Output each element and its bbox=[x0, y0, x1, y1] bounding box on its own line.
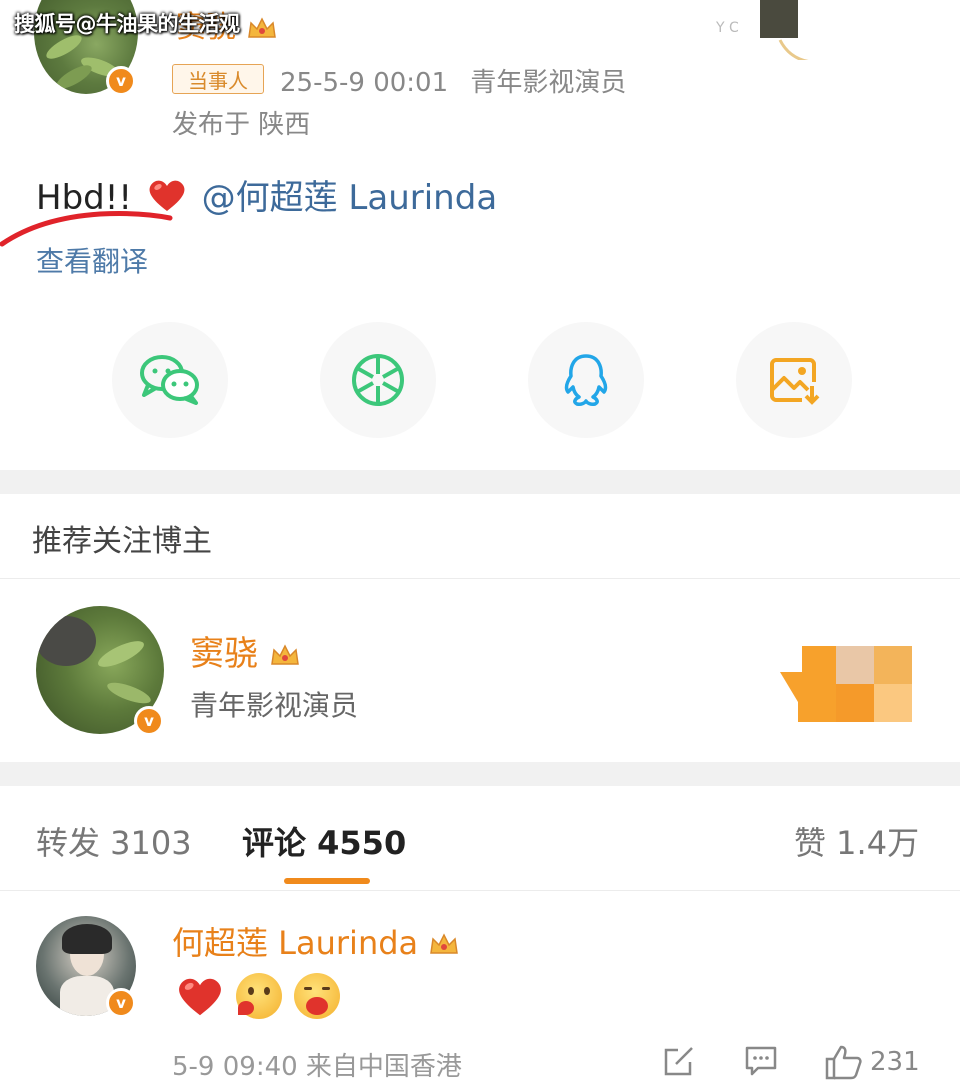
view-translation-link[interactable]: 查看翻译 bbox=[36, 240, 148, 280]
divider-line bbox=[0, 890, 960, 891]
crown-icon bbox=[247, 16, 276, 38]
save-image-button[interactable] bbox=[736, 322, 852, 438]
svg-text:Y C: Y C bbox=[715, 20, 739, 36]
recommended-name[interactable]: 窦骁 bbox=[190, 626, 301, 675]
shy-face-emoji-icon bbox=[236, 973, 282, 1019]
post-timestamp: 25-5-9 00:01 bbox=[280, 68, 449, 98]
share-wechat-button[interactable] bbox=[112, 322, 228, 438]
author-title: 青年影视演员 bbox=[470, 68, 627, 98]
author-role-badge: 当事人 bbox=[172, 64, 264, 94]
verified-badge-icon: v bbox=[106, 988, 136, 1018]
verified-badge-icon: v bbox=[106, 66, 136, 96]
recommend-section-title: 推荐关注博主 bbox=[32, 524, 212, 559]
like-button[interactable]: 231 bbox=[824, 1044, 920, 1080]
qq-icon bbox=[564, 354, 608, 406]
tab-comment[interactable]: 评论 4550 bbox=[242, 818, 406, 864]
divider-line bbox=[0, 578, 960, 579]
commenter-name[interactable]: 何超莲 Laurinda bbox=[172, 918, 460, 964]
post-meta: 25-5-9 00:01 青年影视演员 bbox=[280, 62, 626, 99]
crown-icon bbox=[430, 933, 459, 954]
share-moments-button[interactable] bbox=[320, 322, 436, 438]
share-qq-button[interactable] bbox=[528, 322, 644, 438]
comment-icon bbox=[745, 1046, 777, 1076]
section-divider bbox=[0, 470, 960, 494]
follow-button-blurred[interactable] bbox=[780, 646, 912, 722]
active-tab-indicator bbox=[284, 878, 370, 884]
section-divider bbox=[0, 762, 960, 786]
mention-link[interactable]: @何超莲 Laurinda bbox=[202, 178, 498, 218]
heart-emoji-icon bbox=[179, 978, 221, 1016]
reply-button[interactable] bbox=[662, 1044, 696, 1078]
save-image-icon bbox=[770, 358, 820, 405]
moments-icon bbox=[352, 354, 404, 406]
crown-icon bbox=[270, 643, 299, 665]
hugging-face-emoji-icon bbox=[294, 973, 340, 1019]
edit-icon bbox=[664, 1047, 693, 1076]
image-fragment bbox=[760, 0, 798, 38]
recommended-description: 青年影视演员 bbox=[190, 689, 359, 722]
post-location: 发布于 陕西 bbox=[172, 110, 311, 140]
comment-content bbox=[176, 970, 340, 1022]
comment-button[interactable] bbox=[744, 1044, 778, 1078]
verified-badge-icon: v bbox=[134, 706, 164, 736]
comment-meta: 5-9 09:40 来自中国香港 bbox=[172, 1052, 462, 1082]
thumbs-up-icon bbox=[825, 1045, 862, 1080]
wechat-icon bbox=[140, 355, 199, 405]
watermark: 搜狐号@牛油果的生活观 bbox=[14, 12, 240, 36]
like-count: 231 bbox=[870, 1047, 920, 1077]
tab-repost[interactable]: 转发 3103 bbox=[36, 818, 192, 864]
tab-like[interactable]: 赞 1.4万 bbox=[794, 818, 919, 864]
